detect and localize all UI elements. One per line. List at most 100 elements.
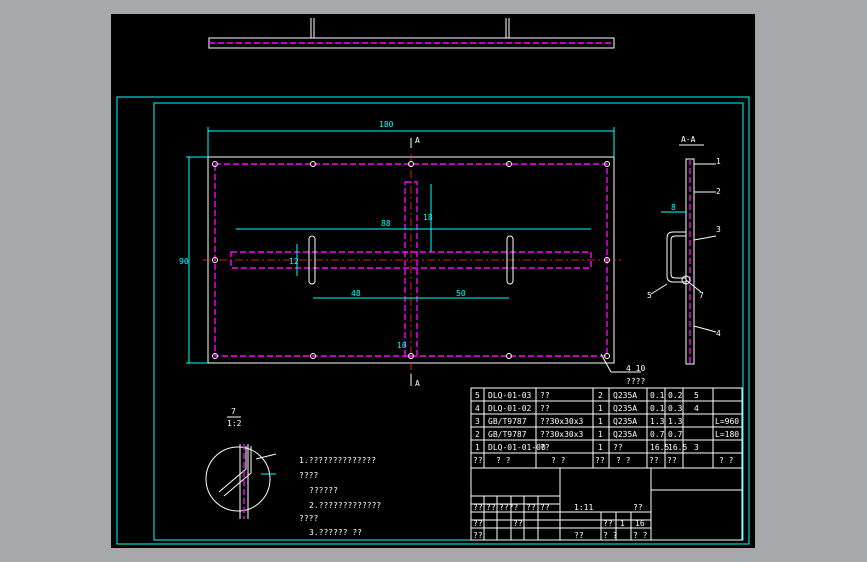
- dim-inner-v: 18: [423, 213, 433, 222]
- dim-section-width: 8: [671, 203, 676, 212]
- svg-text:DLQ-01-02: DLQ-01-02: [488, 404, 532, 413]
- cad-drawing-canvas: .w{stroke:#ffffff;fill:none;stroke-width…: [111, 14, 755, 548]
- detail-label-bottom: 1:2: [227, 419, 242, 428]
- dim-bottom-small: 10: [397, 341, 407, 350]
- svg-text:??30x30x3: ??30x30x3: [540, 430, 584, 439]
- balloon-1: 1: [716, 157, 721, 166]
- tb-cell: ? ?: [633, 531, 648, 540]
- svg-text:??: ??: [667, 456, 677, 465]
- weld-label: ????: [626, 377, 645, 386]
- bom-row: 2 GB/T9787 ??30x30x3 1 Q235A 0.7 0.7 L=1…: [475, 430, 739, 439]
- svg-text:??: ??: [540, 404, 550, 413]
- tb-cell: ????: [499, 503, 518, 512]
- balloon-5: 5: [647, 291, 652, 300]
- tb-cell: ??: [513, 519, 523, 528]
- svg-text:2: 2: [598, 391, 603, 400]
- svg-text:Q235A: Q235A: [613, 391, 637, 400]
- svg-text:Q235A: Q235A: [613, 404, 637, 413]
- section-view-aa: A-A 8 1 2 3 4 5 7: [647, 135, 721, 365]
- svg-text:??: ??: [649, 456, 659, 465]
- dim-width: 180: [379, 120, 394, 129]
- top-view-strip: [208, 18, 615, 49]
- svg-text:??: ??: [540, 391, 550, 400]
- tb-cell: ??: [473, 519, 483, 528]
- tb-cell: 1:11: [574, 503, 593, 512]
- technical-notes: 1.?????????????? ???? ?????? 2.?????????…: [299, 456, 381, 537]
- main-plate-view: 180 90 88 18 48 50 12 10 A A 4 10 ????: [179, 120, 645, 388]
- bom-table: 5 DLQ-01-03 ?? 2 Q235A 0.1 0.2 5 4 DLQ-0…: [470, 387, 743, 469]
- svg-text:L=180: L=180: [715, 430, 739, 439]
- note-line-1: 1.??????????????: [299, 456, 376, 465]
- svg-text:? ?: ? ?: [551, 456, 566, 465]
- tb-cell: ??: [473, 531, 483, 540]
- svg-text:??30x30x3: ??30x30x3: [540, 417, 584, 426]
- section-title: A-A: [681, 135, 696, 144]
- note-line-2: ????: [299, 471, 318, 480]
- bom-row: 3 GB/T9787 ??30x30x3 1 Q235A 1.3 1.3 L=9…: [475, 417, 739, 426]
- svg-text:??: ??: [473, 456, 483, 465]
- svg-text:Q235A: Q235A: [613, 417, 637, 426]
- svg-text:0.2: 0.2: [668, 391, 683, 400]
- tb-cell: ??: [633, 503, 643, 512]
- svg-text:2: 2: [475, 430, 480, 439]
- svg-text:0.7: 0.7: [668, 430, 683, 439]
- tb-cell: 16: [635, 519, 645, 528]
- svg-text:1: 1: [598, 404, 603, 413]
- svg-text:3: 3: [694, 443, 699, 452]
- balloon-3: 3: [716, 225, 721, 234]
- svg-text:DLQ-01-03: DLQ-01-03: [488, 391, 532, 400]
- svg-text:DLQ-01-01-00: DLQ-01-01-00: [488, 443, 546, 452]
- svg-text:0.3: 0.3: [668, 404, 683, 413]
- tb-cell: ??: [540, 503, 550, 512]
- svg-text:0.1: 0.1: [650, 391, 665, 400]
- note-line-3: ??????: [309, 486, 338, 495]
- svg-text:??: ??: [613, 443, 623, 452]
- inner-frame: [153, 102, 744, 541]
- svg-text:??: ??: [540, 443, 550, 452]
- tb-cell: 1: [620, 519, 625, 528]
- svg-text:5: 5: [475, 391, 480, 400]
- note-line-5: ????: [299, 514, 318, 523]
- tb-cell: ??: [526, 503, 536, 512]
- svg-text:5: 5: [694, 391, 699, 400]
- svg-text:L=960: L=960: [715, 417, 739, 426]
- tb-cell: ??: [473, 503, 483, 512]
- svg-text:Q235A: Q235A: [613, 430, 637, 439]
- svg-text:0.1: 0.1: [650, 404, 665, 413]
- cad-drawing: .w{stroke:#ffffff;fill:none;stroke-width…: [116, 18, 750, 545]
- balloon-2: 2: [716, 187, 721, 196]
- svg-text:GB/T9787: GB/T9787: [488, 430, 527, 439]
- weld-symbol: 4 10: [626, 364, 645, 373]
- tb-cell: ??: [574, 531, 584, 540]
- svg-text:0.7: 0.7: [650, 430, 665, 439]
- dim-inner-top: 88: [381, 219, 391, 228]
- section-marker-bottom: A: [415, 379, 420, 388]
- svg-text:GB/T9787: GB/T9787: [488, 417, 527, 426]
- bom-header: ?? ? ? ? ? ?? ? ? ?? ?? ? ?: [473, 456, 734, 465]
- svg-text:4: 4: [475, 404, 480, 413]
- title-block: ?? ?? ???? ?? ?? ?? ?? ?? 1:11 ?? ?? 1 1…: [470, 467, 743, 541]
- tb-cell: ? ?: [603, 531, 618, 540]
- svg-text:1.3: 1.3: [668, 417, 683, 426]
- dim-bottom-left: 48: [351, 289, 361, 298]
- dim-bottom-right: 50: [456, 289, 466, 298]
- svg-text:1: 1: [598, 443, 603, 452]
- note-line-6: 3.?????? ??: [309, 528, 362, 537]
- svg-text:16.5: 16.5: [650, 443, 669, 452]
- svg-text:??: ??: [595, 456, 605, 465]
- svg-text:1.3: 1.3: [650, 417, 665, 426]
- tb-cell: ??: [486, 503, 496, 512]
- bom-row: 1 DLQ-01-01-00 ?? 1 ?? 16.5 16.5 3: [475, 443, 699, 452]
- balloon-7: 7: [699, 291, 704, 300]
- dim-left-short: 12: [289, 257, 299, 266]
- balloon-4: 4: [716, 329, 721, 338]
- svg-text:16.5: 16.5: [668, 443, 687, 452]
- svg-text:3: 3: [475, 417, 480, 426]
- section-marker-top: A: [415, 136, 420, 145]
- svg-text:1: 1: [598, 430, 603, 439]
- tb-cell: ??: [603, 519, 613, 528]
- svg-text:? ?: ? ?: [496, 456, 511, 465]
- svg-text:1: 1: [475, 443, 480, 452]
- svg-text:4: 4: [694, 404, 699, 413]
- svg-text:1: 1: [598, 417, 603, 426]
